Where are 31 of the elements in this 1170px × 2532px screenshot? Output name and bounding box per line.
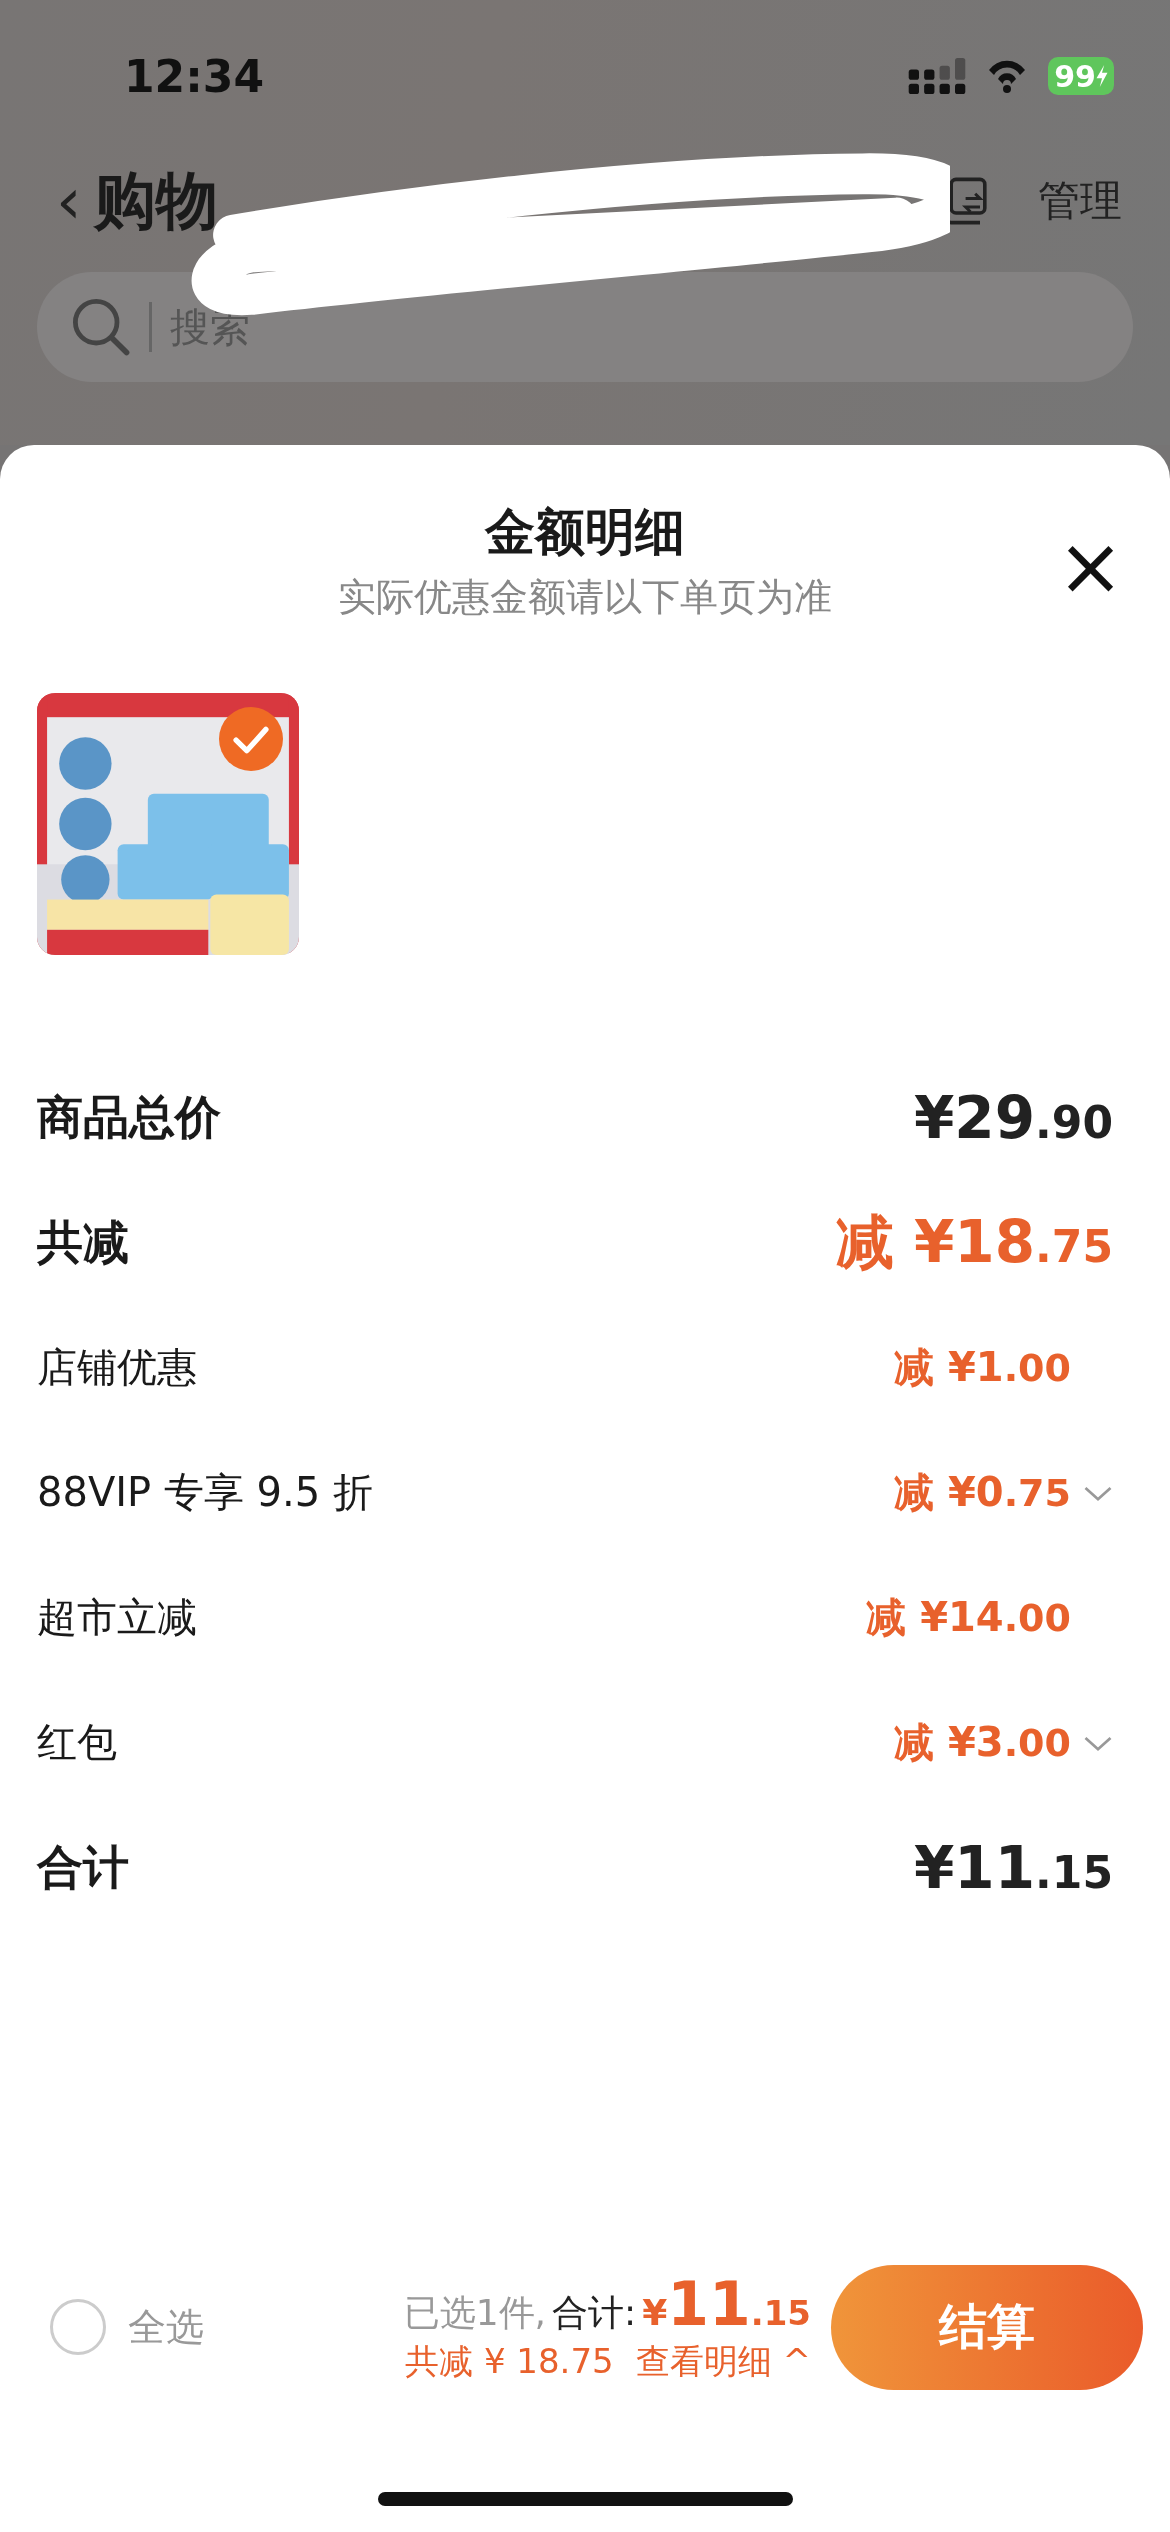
select-all-checkbox[interactable] [50,2299,106,2355]
signal-icon [908,58,967,94]
battery-icon: 99 [1048,57,1114,95]
back-button[interactable]: ‹ [56,169,82,233]
page-title: 购物 [93,163,218,239]
total-summary: 已选1件, 合计: ¥11.15 [403,2269,811,2339]
amount: 减 ¥3.00 [894,1718,1071,1767]
amount: 减 ¥18.75 [835,1206,1113,1278]
amount: ¥11.15 [913,1833,1113,1902]
close-button[interactable]: × [1056,537,1124,597]
row-label: 商品总价 [37,1088,221,1146]
row-label: 超市立减 [37,1593,197,1642]
row-label: 共减 [37,1213,129,1271]
amount: ¥29.90 [913,1083,1113,1152]
amount: 减 ¥1.00 [894,1343,1071,1392]
sheet-subtitle: 实际优惠金额请以下单页为准 [338,574,832,621]
row-label: 88VIP 专享 9.5 折 [37,1468,373,1517]
manage-button[interactable]: 管理 [1038,173,1122,229]
status-time: 12:34 [124,50,265,102]
row-label: 店铺优惠 [37,1343,197,1392]
sheet-title: 金额明细 [485,502,685,563]
select-all-label: 全选 [128,2303,204,2351]
check-icon[interactable] [219,707,283,771]
amount: 减 ¥14.00 [866,1593,1071,1642]
row-label: 红包 [37,1718,117,1767]
checkout-button[interactable]: 结算 [831,2264,1143,2390]
details-link[interactable]: 查看明细 ^ [635,2339,811,2385]
row-label: 合计 [37,1838,129,1896]
savings-text: 共减 ¥ 18.75 [405,2340,614,2383]
amount: 减 ¥0.75 [894,1468,1071,1517]
bolt-icon [1096,65,1108,87]
